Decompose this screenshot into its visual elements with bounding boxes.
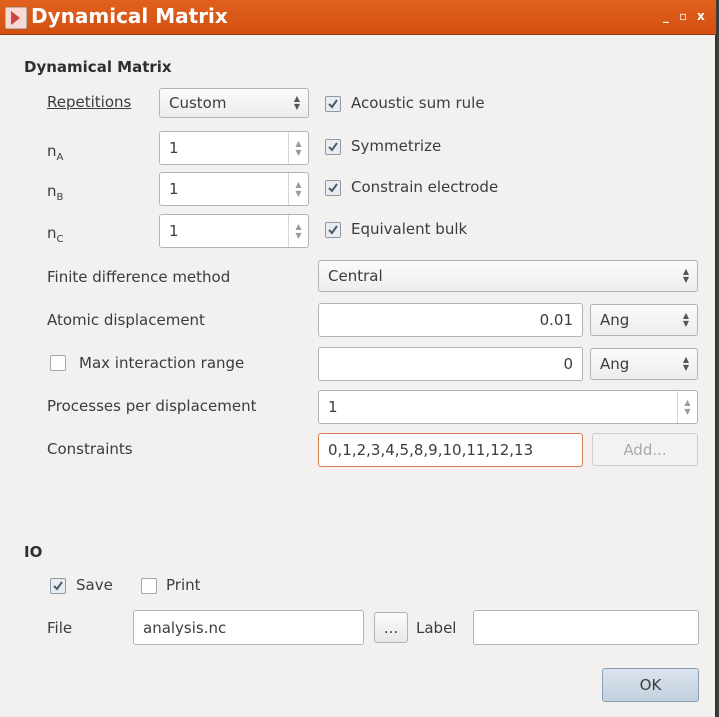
processes-per-displacement-value: 1 — [328, 398, 338, 416]
repetitions-value: Custom — [169, 94, 227, 112]
file-label: File — [47, 619, 73, 637]
n-b-spinbox[interactable]: 1 ▲ ▼ — [159, 172, 309, 206]
file-input[interactable]: analysis.nc — [133, 610, 364, 645]
title-bar[interactable]: Dynamical Matrix _ ▫ x — [0, 0, 716, 35]
constrain-electrode-checkbox[interactable] — [325, 180, 341, 196]
checkmark-icon — [53, 581, 63, 591]
dynamical-matrix-dialog: Dynamical Matrix _ ▫ x Dynamical Matrix … — [0, 0, 716, 717]
constraints-input[interactable]: 0,1,2,3,4,5,8,9,10,11,12,13 — [318, 433, 583, 467]
spin-arrows-icon[interactable]: ▲ ▼ — [288, 173, 308, 205]
equivalent-bulk-label[interactable]: Equivalent bulk — [351, 220, 467, 238]
repetitions-select[interactable]: Custom ▲ ▼ — [159, 88, 309, 118]
atomic-displacement-value: 0.01 — [539, 311, 573, 329]
n-c-spinbox[interactable]: 1 ▲ ▼ — [159, 214, 309, 248]
n-c-label: nC — [47, 224, 64, 245]
n-a-label: nA — [47, 142, 64, 163]
max-interaction-range-checkbox[interactable] — [50, 355, 66, 371]
n-a-spinbox[interactable]: 1 ▲ ▼ — [159, 131, 309, 165]
atomic-displacement-label: Atomic displacement — [47, 311, 205, 329]
symmetrize-label[interactable]: Symmetrize — [351, 137, 441, 155]
atomic-displacement-unit-select[interactable]: Ang ▲ ▼ — [590, 304, 698, 336]
updown-arrow-icon: ▲ ▼ — [682, 355, 689, 372]
symmetrize-checkbox[interactable] — [325, 139, 341, 155]
finite-difference-value: Central — [328, 267, 383, 285]
save-checkbox[interactable] — [50, 578, 66, 594]
processes-per-displacement-spinbox[interactable]: 1 ▲ ▼ — [318, 390, 698, 424]
max-interaction-range-input[interactable]: 0 — [318, 347, 583, 381]
checkmark-icon — [328, 225, 338, 235]
spin-arrows-icon[interactable]: ▲ ▼ — [677, 391, 697, 423]
atomic-displacement-input[interactable]: 0.01 — [318, 303, 583, 337]
n-b-value: 1 — [169, 180, 179, 198]
max-interaction-range-unit-select[interactable]: Ang ▲ ▼ — [590, 348, 698, 380]
constraints-label: Constraints — [47, 440, 133, 458]
window-title: Dynamical Matrix — [31, 4, 228, 28]
spin-arrows-icon[interactable]: ▲ ▼ — [288, 132, 308, 164]
minimize-button[interactable]: _ — [663, 9, 669, 23]
n-b-label: nB — [47, 182, 64, 203]
maximize-button[interactable]: ▫ — [679, 9, 687, 23]
print-checkbox[interactable] — [141, 578, 157, 594]
atomic-displacement-unit: Ang — [600, 311, 630, 329]
updown-arrow-icon: ▲ ▼ — [293, 94, 300, 111]
equivalent-bulk-checkbox[interactable] — [325, 222, 341, 238]
max-interaction-range-label[interactable]: Max interaction range — [79, 354, 244, 372]
acoustic-sum-rule-checkbox[interactable] — [325, 96, 341, 112]
checkmark-icon — [328, 142, 338, 152]
repetitions-label: Repetitions — [47, 93, 132, 111]
label-field-label: Label — [416, 619, 457, 637]
spin-arrows-icon[interactable]: ▲ ▼ — [288, 215, 308, 247]
finite-difference-label: Finite difference method — [47, 268, 231, 286]
label-input[interactable] — [473, 610, 699, 645]
n-c-value: 1 — [169, 222, 179, 240]
app-icon — [5, 7, 27, 29]
constraints-value: 0,1,2,3,4,5,8,9,10,11,12,13 — [328, 441, 534, 459]
n-a-value: 1 — [169, 139, 179, 157]
acoustic-sum-rule-label[interactable]: Acoustic sum rule — [351, 94, 485, 112]
max-interaction-range-unit: Ang — [600, 355, 630, 373]
file-value: analysis.nc — [143, 618, 227, 637]
print-label[interactable]: Print — [166, 576, 201, 594]
checkmark-icon — [328, 99, 338, 109]
constrain-electrode-label[interactable]: Constrain electrode — [351, 178, 498, 196]
finite-difference-select[interactable]: Central ▲ ▼ — [318, 260, 698, 292]
ok-button[interactable]: OK — [602, 668, 699, 702]
checkmark-icon — [328, 183, 338, 193]
updown-arrow-icon: ▲ ▼ — [682, 311, 689, 328]
processes-per-displacement-label: Processes per displacement — [47, 397, 257, 415]
max-interaction-range-value: 0 — [563, 355, 573, 373]
dynamical-matrix-section-title: Dynamical Matrix — [24, 58, 172, 76]
close-button[interactable]: x — [697, 9, 705, 23]
io-section-title: IO — [24, 543, 43, 561]
add-constraint-button[interactable]: Add... — [592, 433, 698, 466]
browse-file-button[interactable]: ... — [374, 612, 408, 643]
save-label[interactable]: Save — [76, 576, 113, 594]
updown-arrow-icon: ▲ ▼ — [682, 267, 689, 284]
